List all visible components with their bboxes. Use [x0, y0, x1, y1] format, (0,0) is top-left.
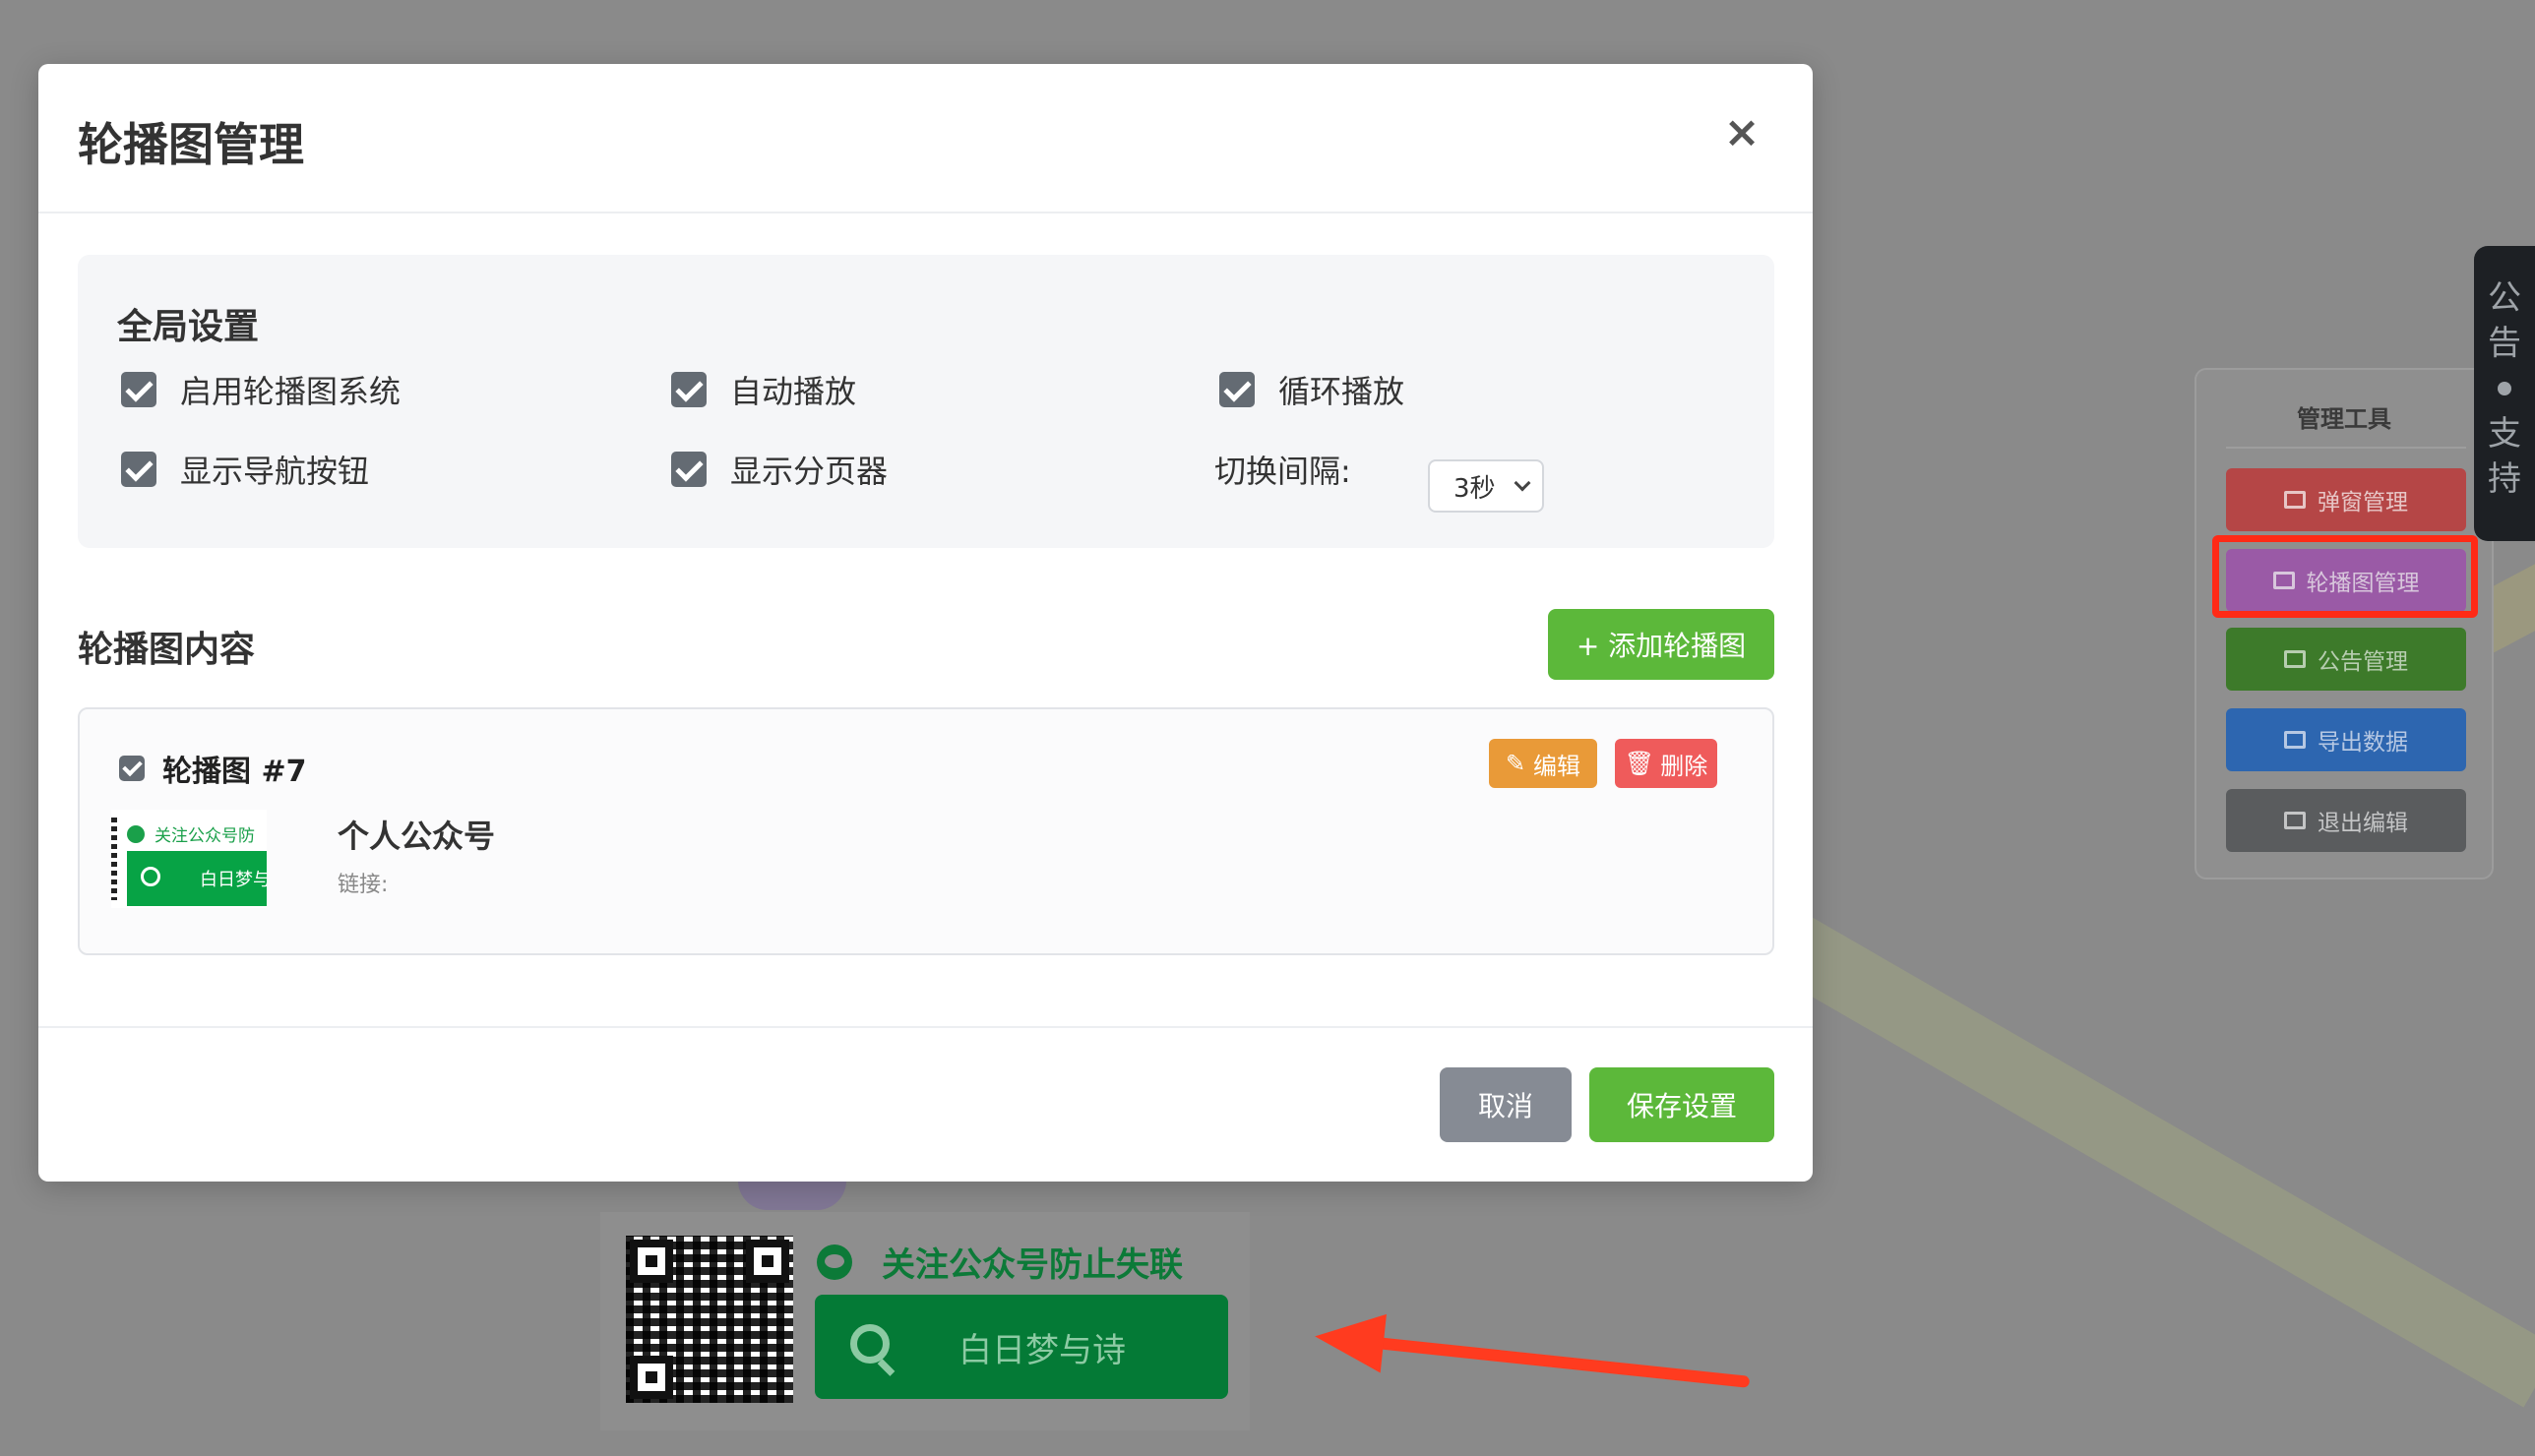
- background-stripe: [1757, 905, 2535, 1408]
- edit-icon: ✎: [1505, 750, 1526, 777]
- search-icon: [850, 1324, 890, 1364]
- search-icon: [141, 867, 160, 886]
- highlight-box: [2212, 535, 2478, 618]
- interval-value: 3秒: [1453, 473, 1496, 504]
- side-tab-char: 公: [2488, 278, 2521, 318]
- side-tab-char: 告: [2488, 324, 2521, 363]
- option-label: 显示导航按钮: [180, 453, 370, 490]
- divider: [2226, 447, 2466, 449]
- qr-corner: [746, 1240, 789, 1283]
- qr-code: [626, 1236, 793, 1403]
- modal-title: 轮播图管理: [78, 118, 304, 171]
- slide-link-label: 链接:: [338, 873, 389, 897]
- popup-management-button[interactable]: 弹窗管理: [2226, 468, 2466, 531]
- global-settings-title: 全局设置: [117, 307, 260, 347]
- checkbox-checked-icon[interactable]: [671, 452, 707, 487]
- edit-slide-button[interactable]: ✎ 编辑: [1489, 739, 1597, 788]
- edit-label: 编辑: [1533, 752, 1581, 780]
- annotation-arrow: [1337, 1333, 1751, 1388]
- side-tab-char: 持: [2488, 459, 2521, 499]
- side-tab-char: 支: [2488, 414, 2521, 454]
- qr-corner: [630, 1356, 673, 1399]
- option-label: 自动播放: [730, 373, 857, 410]
- interval-select[interactable]: 3秒: [1428, 459, 1544, 513]
- checkbox-checked-icon[interactable]: [119, 756, 145, 781]
- show-pagination-option[interactable]: 显示分页器: [671, 447, 888, 492]
- add-carousel-button[interactable]: + 添加轮播图: [1548, 609, 1774, 680]
- promo-top-text: 关注公众号防止失联: [817, 1238, 1183, 1286]
- carousel-management-modal: 轮播图管理 × 全局设置 启用轮播图系统 自动播放 循环播放 显示导航按钮 显示…: [38, 64, 1813, 1182]
- export-data-button[interactable]: 导出数据: [2226, 708, 2466, 771]
- global-settings-panel: 全局设置 启用轮播图系统 自动播放 循环播放 显示导航按钮 显示分页器 切换间隔…: [78, 255, 1774, 548]
- delete-slide-button[interactable]: 🗑 删除: [1615, 739, 1717, 788]
- sign-out-icon: [2284, 812, 2306, 829]
- window-icon: [2284, 491, 2306, 509]
- wechat-icon: [817, 1244, 852, 1280]
- slide-name: 个人公众号: [338, 818, 496, 855]
- admin-tools-panel: 管理工具 弹窗管理 轮播图管理 公告管理 导出数据 退出编辑: [2195, 368, 2494, 880]
- show-nav-buttons-option[interactable]: 显示导航按钮: [121, 447, 369, 492]
- announcement-support-tab[interactable]: 公 告 支 持: [2474, 246, 2535, 541]
- slide-title-row: 轮播图 #7: [119, 747, 306, 790]
- chevron-down-icon: [1514, 474, 1531, 492]
- modal-header: 轮播图管理 ×: [38, 64, 1813, 213]
- delete-label: 删除: [1660, 752, 1708, 780]
- carousel-content-title: 轮播图内容: [78, 630, 256, 670]
- wechat-icon: [127, 824, 145, 843]
- checkbox-checked-icon[interactable]: [121, 452, 156, 487]
- interval-label: 切换间隔:: [1214, 453, 1351, 490]
- enable-carousel-option[interactable]: 启用轮播图系统: [121, 367, 401, 412]
- download-icon: [2284, 731, 2306, 749]
- promo-search-bar: 白日梦与诗: [815, 1295, 1228, 1399]
- carousel-slide-card: 轮播图 #7 ✎ 编辑 🗑 删除 关注公众号防 白日梦与 个人公众号 链接:: [78, 707, 1774, 955]
- qr-edge: [111, 818, 117, 900]
- announcement-management-button[interactable]: 公告管理: [2226, 628, 2466, 691]
- slide-thumbnail: 关注公众号防 白日梦与: [111, 810, 267, 908]
- megaphone-icon: [2284, 650, 2306, 668]
- exit-edit-button[interactable]: 退出编辑: [2226, 789, 2466, 852]
- wechat-promo-banner: 关注公众号防止失联 白日梦与诗: [600, 1212, 1250, 1430]
- thumbnail-search-bar: 白日梦与: [127, 851, 267, 906]
- qr-corner: [630, 1240, 673, 1283]
- checkbox-checked-icon[interactable]: [1219, 372, 1255, 407]
- option-label: 启用轮播图系统: [180, 373, 402, 410]
- trash-icon: 🗑: [1624, 750, 1655, 777]
- checkbox-checked-icon[interactable]: [671, 372, 707, 407]
- cancel-button[interactable]: 取消: [1440, 1067, 1572, 1142]
- loop-option[interactable]: 循环播放: [1219, 367, 1404, 412]
- save-settings-button[interactable]: 保存设置: [1589, 1067, 1774, 1142]
- option-label: 循环播放: [1278, 373, 1405, 410]
- option-label: 显示分页器: [730, 453, 889, 490]
- dot-icon: [2498, 382, 2511, 395]
- tools-title: 管理工具: [2297, 405, 2391, 433]
- close-icon[interactable]: ×: [1722, 111, 1762, 154]
- checkbox-checked-icon[interactable]: [121, 372, 156, 407]
- autoplay-option[interactable]: 自动播放: [671, 367, 856, 412]
- thumbnail-top-text: 关注公众号防: [127, 821, 255, 846]
- slide-title: 轮播图 #7: [162, 755, 307, 789]
- annotation-arrow-head: [1312, 1306, 1387, 1373]
- modal-footer: 取消 保存设置: [38, 1026, 1813, 1182]
